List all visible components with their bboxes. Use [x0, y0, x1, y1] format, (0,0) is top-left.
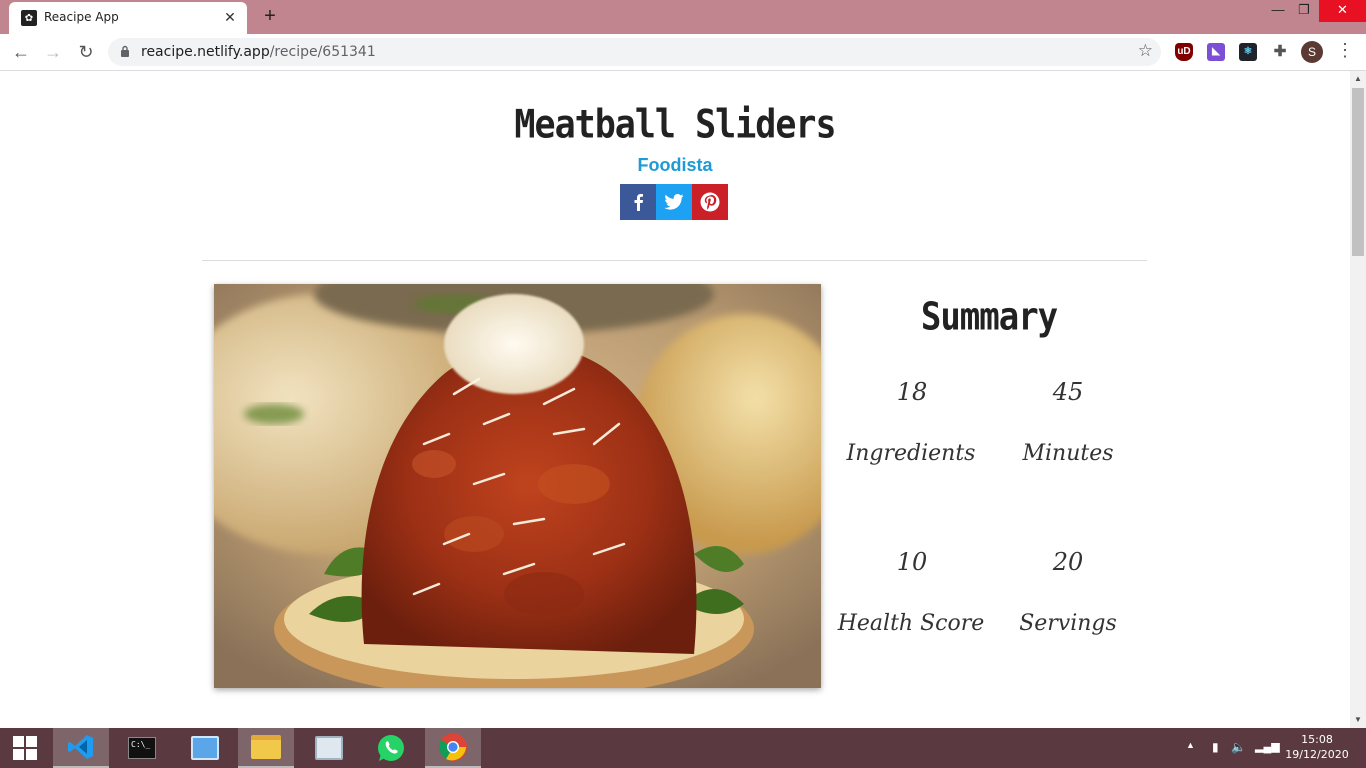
clock-date: 19/12/2020 [1285, 748, 1349, 761]
file-explorer-taskbar-button[interactable] [238, 728, 294, 768]
new-tab-button[interactable]: + [259, 5, 281, 27]
folder-icon [251, 735, 281, 759]
minutes-count: 45 [1052, 378, 1084, 406]
ingredients-count: 18 [896, 378, 928, 406]
windows-logo-icon [13, 736, 37, 760]
windows-taskbar: C:\_ ▲ ▮ 🔈 ▂▄▆ 15:08 19/12/2020 [0, 728, 1366, 768]
react-devtools-icon[interactable]: ⚛ [1239, 43, 1257, 61]
control-panel-icon [191, 736, 219, 760]
cmd-taskbar-button[interactable]: C:\_ [114, 728, 170, 768]
whatsapp-taskbar-button[interactable] [363, 728, 419, 768]
summary-title: Summary [920, 294, 1058, 340]
tray-overflow-icon[interactable]: ▲ [1186, 740, 1195, 750]
reload-icon[interactable]: ↻ [74, 40, 98, 64]
ublock-extension-icon[interactable]: uD [1175, 43, 1193, 61]
servings-count: 20 [1052, 548, 1084, 576]
extensions-puzzle-icon[interactable]: ✚ [1271, 43, 1289, 61]
health-score-value: 10 [896, 548, 928, 576]
kotlin-extension-icon[interactable]: ◣ [1207, 43, 1225, 61]
back-icon[interactable]: ← [9, 40, 33, 64]
network-icon[interactable]: ▂▄▆ [1255, 740, 1280, 753]
page-viewport: Meatball Sliders Foodista Summary 18 Ing… [0, 71, 1350, 728]
monitor-chart-icon [315, 736, 343, 760]
clock-time: 15:08 [1301, 733, 1333, 746]
share-facebook-button[interactable] [620, 184, 656, 220]
profile-avatar[interactable]: S [1301, 41, 1323, 63]
vscode-taskbar-button[interactable] [53, 728, 109, 768]
tab-title: Reacipe App [44, 10, 119, 24]
control-panel-taskbar-button[interactable] [177, 728, 233, 768]
battery-icon[interactable]: ▮ [1212, 740, 1219, 754]
url-text: reacipe.netlify.app/recipe/651341 [141, 44, 376, 60]
browser-tab[interactable]: ✿ Reacipe App ✕ [9, 2, 247, 34]
chrome-taskbar-button[interactable] [425, 728, 481, 768]
vscode-icon [68, 735, 93, 759]
recipe-source-link[interactable]: Foodista [0, 155, 1350, 176]
scroll-thumb[interactable] [1352, 88, 1364, 256]
page-scrollbar[interactable]: ▲ ▼ [1350, 71, 1366, 728]
address-bar[interactable]: reacipe.netlify.app/recipe/651341 ☆ [108, 38, 1161, 66]
terminal-icon: C:\_ [128, 737, 156, 759]
scroll-down-arrow-icon[interactable]: ▼ [1350, 712, 1366, 728]
browser-menu-icon[interactable]: ⋮ [1336, 40, 1354, 61]
browser-toolbar: ← → ↻ reacipe.netlify.app/recipe/651341 … [0, 34, 1366, 71]
volume-icon[interactable]: 🔈 [1231, 740, 1246, 754]
chrome-icon [439, 733, 467, 761]
window-close-icon[interactable]: ✕ [1319, 0, 1366, 22]
twitter-icon [664, 194, 684, 210]
performance-monitor-taskbar-button[interactable] [301, 728, 357, 768]
ingredients-label: Ingredients [846, 441, 976, 466]
bookmark-star-icon[interactable]: ☆ [1138, 41, 1153, 61]
start-button[interactable] [0, 728, 50, 768]
whatsapp-icon [378, 735, 404, 761]
system-clock[interactable]: 15:08 19/12/2020 [1283, 732, 1351, 762]
url-path: /recipe/651341 [269, 44, 376, 60]
browser-titlebar: ✿ Reacipe App ✕ + — ❐ ✕ [0, 0, 1366, 34]
pinterest-icon [700, 192, 720, 212]
close-tab-icon[interactable]: ✕ [221, 8, 239, 26]
minutes-label: Minutes [1022, 441, 1114, 466]
share-pinterest-button[interactable] [692, 184, 728, 220]
section-divider [202, 260, 1147, 261]
facebook-icon [634, 194, 643, 211]
forward-icon[interactable]: → [41, 40, 65, 64]
recipe-title: Meatball Sliders [514, 102, 836, 148]
servings-label: Servings [1019, 611, 1117, 636]
lock-icon [121, 45, 129, 57]
health-score-label: Health Score [837, 611, 985, 636]
share-twitter-button[interactable] [656, 184, 692, 220]
url-domain: reacipe.netlify.app [141, 44, 270, 60]
app-favicon-icon: ✿ [21, 10, 37, 26]
recipe-photo [214, 284, 821, 688]
scroll-up-arrow-icon[interactable]: ▲ [1350, 71, 1366, 87]
